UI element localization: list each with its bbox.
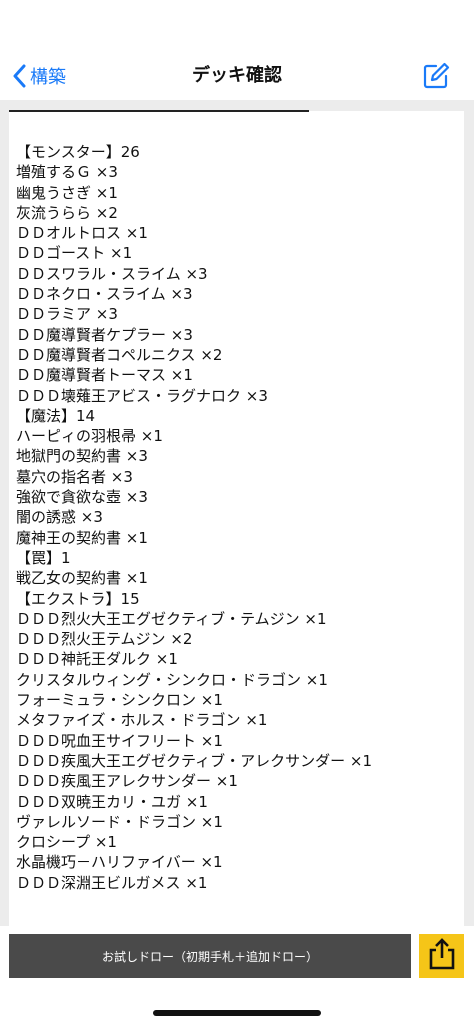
deck-list-line: ＤＤスワラル・スライム ×3 [16, 264, 208, 283]
deck-list-line: 幽鬼うさぎ ×1 [16, 183, 118, 202]
deck-list-line: クロシープ ×1 [16, 833, 117, 852]
deck-list-line: ＤＤネクロ・スライム ×3 [16, 285, 193, 304]
deck-list-line: 【モンスター】26 [16, 143, 140, 161]
deck-list-line: ＤＤ魔導賢者コペルニクス ×2 [16, 345, 223, 364]
deck-list-line: ＤＤＤ双暁王カリ・ユガ ×1 [16, 792, 208, 811]
deck-list-line: ＤＤ魔導賢者トーマス ×1 [16, 366, 193, 385]
deck-list-line: ＤＤＤ烈火王テムジン ×2 [16, 630, 193, 649]
deck-list-line: 魔神王の契約書 ×1 [16, 528, 148, 547]
deck-list-line: 【罠】1 [16, 548, 71, 567]
deck-list-line: ＤＤＤ深淵王ビルガメス ×1 [16, 873, 208, 892]
deck-list-line: ＤＤラミア ×3 [16, 305, 118, 324]
deck-list-line: 墓穴の指名者 ×3 [16, 467, 133, 486]
deck-confirm-screen: 構築 デッキ確認 【モンスター】26 増殖するＧ ×3 幽鬼うさぎ ×1 灰流うらら … [0, 0, 474, 1024]
deck-list-line: 強欲で貪欲な壺 ×3 [16, 488, 148, 507]
deck-list-line: 灰流うらら ×2 [16, 203, 118, 222]
deck-list-line: ＤＤＤ疾風大王エグゼクティブ・アレクサンダー ×1 [16, 751, 372, 770]
page-title: デッキ確認 [192, 65, 282, 86]
deck-list-line: ＤＤＤ壊薙王アビス・ラグナロク ×3 [16, 386, 268, 405]
deck-list-line: フォーミュラ・シンクロン ×1 [16, 691, 223, 710]
deck-list-line: ヴァレルソード・ドラゴン ×1 [16, 812, 223, 831]
deck-list-line: 闇の誘惑 ×3 [16, 508, 103, 527]
deck-list-line: メタファイズ・ホルス・ドラゴン ×1 [16, 711, 268, 730]
home-indicator [153, 1010, 321, 1016]
deck-list-line: 戦乙女の契約書 ×1 [16, 569, 148, 588]
deck-list-line: 増殖するＧ ×3 [16, 163, 118, 182]
deck-list-line: ＤＤＤ呪血王サイフリート ×1 [16, 731, 223, 750]
deck-list-line: ＤＤＤ烈火大王エグゼクティブ・テムジン ×1 [16, 609, 327, 628]
deck-list-line: ＤＤ魔導賢者ケプラー ×3 [16, 325, 193, 344]
deck-list-line: 水晶機巧－ハリファイバー ×1 [16, 853, 223, 872]
deck-list-line: クリスタルウィング・シンクロ・ドラゴン ×1 [16, 670, 328, 689]
test-draw-button[interactable]: お試しドロー（初期手札＋追加ドロー） [9, 934, 411, 978]
deck-list-line: 【魔法】14 [16, 406, 96, 425]
scroll-progress-line [9, 110, 309, 112]
share-icon [427, 937, 457, 975]
deck-list-line: 【エクストラ】15 [16, 589, 140, 608]
deck-list-line: ＤＤゴースト ×1 [16, 244, 133, 263]
deck-list-line: ＤＤＤ疾風王アレクサンダー ×1 [16, 772, 238, 791]
deck-list-line: ハーピィの羽根帚 ×1 [16, 427, 163, 446]
deck-list-line: 地獄門の契約書 ×3 [16, 447, 148, 466]
deck-list: 【モンスター】26 増殖するＧ ×3 幽鬼うさぎ ×1 灰流うらら ×2 ＤＤオルトロス… [16, 142, 372, 893]
compose-icon [422, 62, 450, 94]
edit-button[interactable] [422, 62, 450, 90]
deck-list-line: ＤＤＤ神託王ダルク ×1 [16, 650, 178, 669]
share-button[interactable] [419, 934, 464, 978]
navigation-bar: 構築 デッキ確認 [0, 0, 474, 100]
deck-list-line: ＤＤオルトロス ×1 [16, 224, 148, 243]
